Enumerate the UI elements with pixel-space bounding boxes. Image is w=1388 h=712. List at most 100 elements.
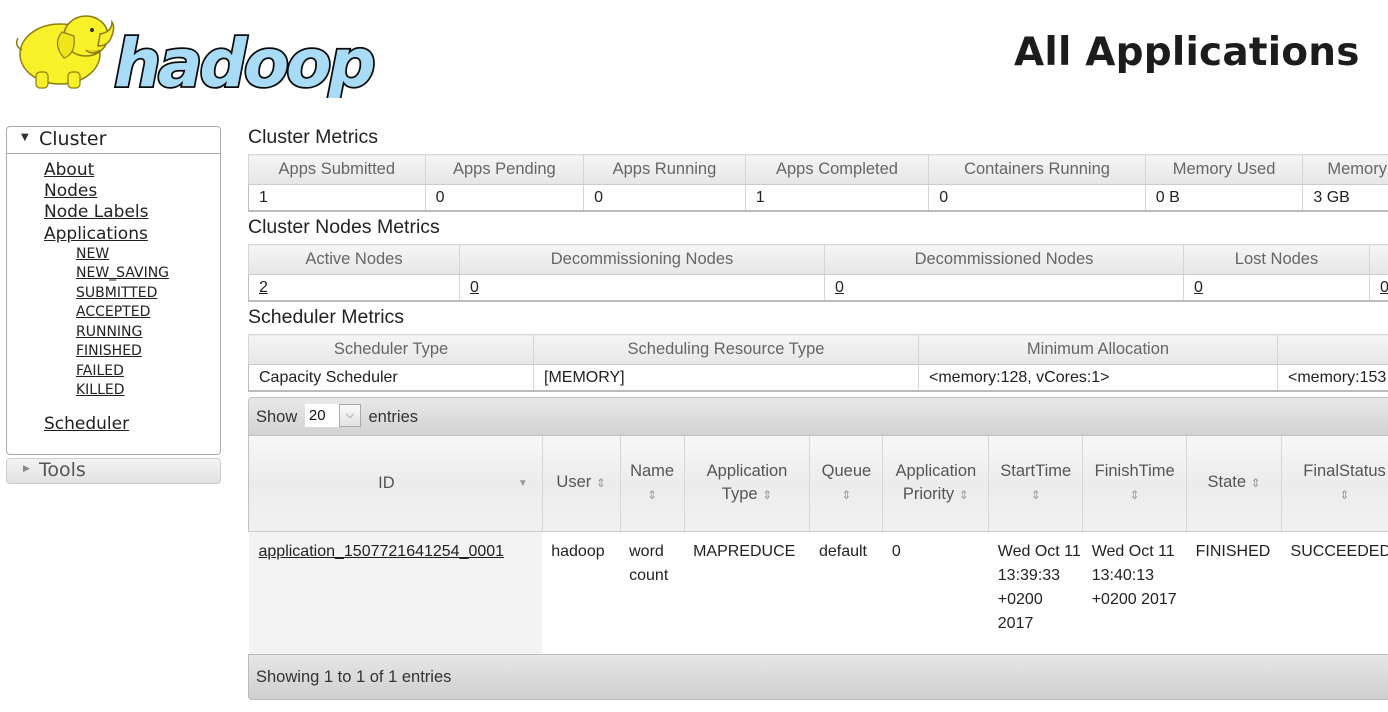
col-header: Memory [1302,154,1388,185]
nav-link-nodes[interactable]: Nodes [44,181,220,202]
col-header-finalstatus[interactable]: FinalStatus ⇕ [1281,436,1388,532]
nav-link-state-finished[interactable]: FINISHED [76,342,220,362]
sort-both-icon: ⇕ [1129,487,1140,502]
col-header: M [1277,334,1388,365]
triangle-right-icon: ▶ [23,463,30,474]
application-type-cell: MAPREDUCE [693,542,796,560]
triangle-down-icon: ▼ [21,132,29,143]
table-info: Showing 1 to 1 of 1 entries [256,668,452,686]
col-header: Decommissioned Nodes [824,244,1184,275]
tools-section-header[interactable]: ▶ Tools [6,458,221,484]
page-title: All Applications [1014,30,1360,75]
col-header: Apps Submitted [248,154,426,185]
maximum-allocation-value: <memory:153 [1277,364,1388,392]
final-status-cell: SUCCEEDED [1290,542,1388,560]
col-header: Apps Pending [424,154,585,185]
start-time-cell: Wed Oct 11 13:39:33 +0200 2017 [997,542,1081,632]
col-header: Decommissioning Nodes [459,244,825,275]
nav-link-state-running[interactable]: RUNNING [76,323,220,343]
col-header [1369,244,1388,275]
datatable-footer: Showing 1 to 1 of 1 entries [248,654,1388,700]
nav-link-state-failed[interactable]: FAILED [76,362,220,382]
name-cell: word count [629,542,669,584]
col-header-queue[interactable]: Queue ⇕ [809,436,884,532]
col-header-application-type[interactable]: Application Type ⇕ [684,436,811,532]
hadoop-logo[interactable]: hadoop [8,6,384,104]
show-label: Show [256,407,298,426]
cluster-nodes-metrics-table: Active Nodes Decommissioning Nodes Decom… [248,244,1388,302]
col-header-finishtime[interactable]: FinishTime ⇕ [1082,436,1188,532]
sort-both-icon: ⇕ [841,487,852,502]
page-length-select[interactable]: 20 ⌵ [304,404,361,427]
sort-both-icon: ⇕ [595,476,606,491]
minimum-allocation-value: <memory:128, vCores:1> [918,364,1278,392]
nav-link-state-killed[interactable]: KILLED [76,381,220,401]
apps-completed-value: 1 [744,184,929,212]
apps-running-value: 0 [583,184,746,212]
nav-link-applications[interactable]: Applications [44,224,220,245]
col-header-name[interactable]: Name ⇕ [620,436,685,532]
nav-link-state-submitted[interactable]: SUBMITTED [76,284,220,304]
memory-used-value: 0 B [1144,184,1303,212]
col-header: Minimum Allocation [918,334,1278,365]
sort-both-icon: ⇕ [1339,487,1350,502]
lost-nodes-link[interactable]: 0 [1194,279,1203,296]
memory-total-value: 3 GB [1302,184,1388,212]
nav-link-node-labels[interactable]: Node Labels [44,202,220,223]
cluster-nodes-metrics-title: Cluster Nodes Metrics [248,216,440,238]
scheduler-metrics-title: Scheduler Metrics [248,306,405,328]
page-length-value: 20 [304,404,339,427]
col-header: Apps Running [583,154,746,185]
sort-both-icon: ⇕ [958,487,969,502]
cluster-section-header[interactable]: ▼ Cluster [6,126,221,154]
nav-link-about[interactable]: About [44,160,220,181]
apps-submitted-value: 1 [248,184,426,212]
col-header-starttime[interactable]: StartTime ⇕ [988,436,1084,532]
nav-link-state-new-saving[interactable]: NEW_SAVING [76,264,220,284]
cluster-section-body: About Nodes Node Labels Applications NEW… [6,154,221,455]
svg-text:hadoop: hadoop [114,25,373,98]
table-row: application_1507721641254_0001 hadoop wo… [248,531,1388,654]
unhealthy-nodes-link[interactable]: 0 [1380,279,1388,296]
user-cell: hadoop [551,542,605,560]
sort-both-icon: ⇕ [762,487,773,502]
chevron-down-icon[interactable]: ⌵ [338,404,361,427]
main-content: Cluster Metrics Apps Submitted Apps Pend… [248,124,1388,700]
col-header: Apps Completed [744,154,930,185]
tools-label: Tools [39,459,86,481]
decommissioning-nodes-link[interactable]: 0 [470,279,479,296]
decommissioned-nodes-link[interactable]: 0 [835,279,844,296]
queue-cell: default [818,542,867,560]
col-header: Containers Running [928,154,1146,185]
col-header-user[interactable]: User ⇕ [542,436,621,532]
nav-link-state-new[interactable]: NEW [76,245,220,265]
containers-running-value: 0 [928,184,1146,212]
nav-link-scheduler[interactable]: Scheduler [44,414,220,435]
datatable-toolbar: Show 20 ⌵ entries [248,397,1388,436]
cluster-metrics-table: Apps Submitted Apps Pending Apps Running… [248,154,1388,212]
applications-table: ID ▼ User ⇕ Name ⇕ Application Type ⇕ Que… [248,436,1388,654]
nav-link-state-accepted[interactable]: ACCEPTED [76,303,220,323]
col-header-id[interactable]: ID ▼ [248,436,543,532]
col-header: Active Nodes [248,244,460,275]
col-header: Memory Used [1144,154,1304,185]
col-header: Lost Nodes [1183,244,1370,275]
scheduler-type-value: Capacity Scheduler [248,364,534,392]
col-header-state[interactable]: State ⇕ [1186,436,1283,532]
active-nodes-link[interactable]: 2 [259,279,268,296]
state-cell: FINISHED [1195,542,1271,560]
applications-datatable: Show 20 ⌵ entries ID ▼ User ⇕ Name ⇕ App… [248,397,1388,700]
sort-both-icon: ⇕ [647,487,658,502]
application-id-link[interactable]: application_1507721641254_0001 [259,543,505,560]
cluster-label: Cluster [39,128,107,150]
apps-pending-value: 0 [424,184,584,212]
finish-time-cell: Wed Oct 11 13:40:13 +0200 2017 [1091,542,1177,608]
scheduling-resource-type-value: [MEMORY] [533,364,919,392]
sort-both-icon: ⇕ [1250,476,1261,491]
scheduler-metrics-table: Scheduler Type Scheduling Resource Type … [248,334,1388,392]
col-header: Scheduler Type [248,334,534,365]
col-header: Scheduling Resource Type [533,334,919,365]
sidebar-nav: ▼ Cluster About Nodes Node Labels Applica… [6,126,221,484]
hadoop-elephant-logo-icon: hadoop [15,15,378,104]
col-header-application-priority[interactable]: Application Priority ⇕ [882,436,990,532]
